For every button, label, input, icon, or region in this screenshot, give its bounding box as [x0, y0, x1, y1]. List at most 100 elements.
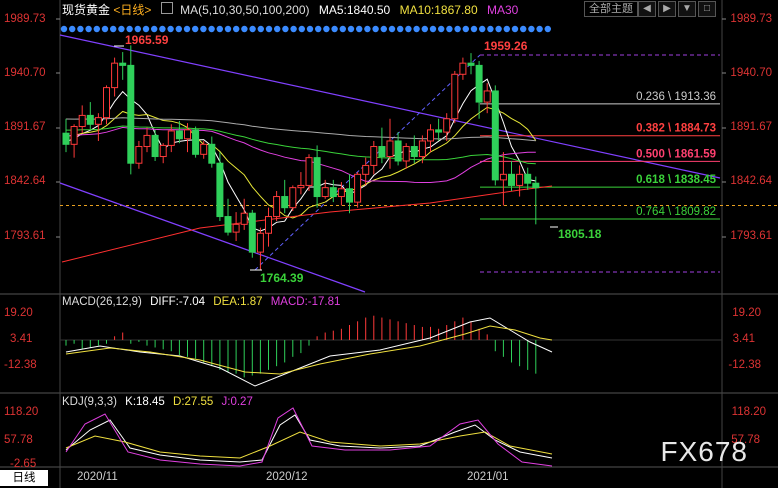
rise-dashed-line: [254, 54, 481, 271]
candle-body: [119, 62, 127, 66]
blue-dot: [479, 25, 486, 33]
candle-body: [418, 140, 426, 158]
blue-dot: [290, 25, 297, 33]
blue-dot: [388, 25, 396, 33]
macd-left-tick-0: 19.20: [4, 307, 33, 319]
candle-body: [143, 134, 151, 148]
kdj-label: KDJ(9,3,3): [62, 396, 117, 408]
ma100-line: [65, 117, 536, 142]
fib-label: 0.618 \ 1838.45: [636, 174, 717, 186]
candle-body: [362, 164, 370, 175]
settings-icon[interactable]: [160, 2, 173, 14]
blue-dot: [356, 25, 363, 33]
candle-body: [70, 126, 78, 145]
candle-body: [313, 157, 321, 198]
kdj-left-tick-0: 118.20: [4, 406, 39, 418]
blue-dot: [167, 25, 174, 33]
right-tick-4: 1793.61: [730, 230, 772, 242]
blue-dot: [249, 25, 256, 33]
main-header: 现货黄金 <日线> MA(5,10,30,50,100,200) MA5:184…: [62, 1, 524, 17]
candle-body: [281, 196, 289, 209]
blue-dot: [323, 25, 330, 33]
blue-dot: [118, 25, 125, 33]
watermark-logo: FX678: [660, 436, 748, 467]
blue-dot: [429, 25, 437, 33]
blue-dot: [216, 25, 223, 33]
fib-label: 0.382 \ 1884.73: [636, 123, 716, 135]
blue-dot: [192, 25, 199, 33]
blue-dot: [93, 25, 101, 33]
chart-canvas: 0.236 \ 1913.36 0.382 \ 1884.73 0.500 \ 18…: [0, 0, 778, 488]
blue-dot: [405, 25, 412, 33]
blue-dot: [470, 25, 478, 33]
candle-body: [78, 114, 86, 128]
candle-body: [200, 143, 208, 155]
blue-dot: [151, 25, 158, 33]
blue-dot: [175, 25, 182, 33]
candle-body: [435, 129, 443, 133]
blue-dot-strip: [60, 25, 551, 33]
candle-body: [305, 157, 313, 186]
macd-panel: [60, 315, 722, 387]
blue-dot: [503, 25, 510, 33]
period-label[interactable]: <日线>: [113, 3, 151, 17]
ma200-line: [61, 185, 553, 263]
next-button[interactable]: ▶: [658, 1, 676, 17]
blue-dot: [413, 25, 420, 33]
x-label-1: 2020/12: [266, 471, 308, 483]
candle-body: [208, 143, 216, 164]
candle-body: [289, 187, 297, 209]
blue-dot: [241, 25, 248, 33]
candle-body: [410, 146, 418, 158]
kdj-panel: [65, 407, 553, 467]
candle-body: [273, 196, 281, 218]
candle-body: [135, 146, 143, 164]
blue-dot: [224, 25, 232, 33]
expand-icon[interactable]: □: [698, 1, 716, 17]
macd-right-tick-0: 19.20: [732, 307, 761, 319]
ma10-value: MA10:1867.80: [399, 3, 478, 17]
kdj-j: J:0.27: [221, 396, 253, 408]
blue-dot: [438, 25, 445, 33]
macd-left-tick-2: -12.38: [4, 359, 37, 371]
right-tick-1: 1940.70: [730, 67, 772, 79]
blue-dot: [101, 25, 109, 33]
ma5-value: MA5:1840.50: [318, 3, 391, 17]
candle-body: [386, 140, 394, 158]
candle-body: [151, 134, 159, 158]
candle-body: [508, 173, 515, 186]
blue-dot: [520, 25, 527, 33]
candle-body: [394, 140, 402, 162]
peak-label: 1959.26: [484, 39, 528, 53]
macd-left-tick-1: 3.41: [10, 333, 33, 345]
theme-select[interactable]: 全部主题: [584, 1, 638, 17]
period-tag[interactable]: 日线: [0, 470, 48, 486]
kdj-j-line: [65, 407, 553, 467]
channel-lower: [59, 182, 366, 293]
candle-body: [451, 73, 459, 120]
kdj-d-line: [65, 431, 553, 459]
blue-dot: [134, 25, 141, 33]
right-tick-0: 1989.73: [730, 13, 772, 25]
candle-body: [378, 146, 386, 158]
left-tick-1: 1940.70: [4, 67, 46, 79]
candle-body: [491, 90, 499, 181]
candle-body: [329, 187, 337, 198]
blue-dot: [110, 25, 117, 33]
macd-header: MACD(26,12,9) DIFF:-7.04 DEA:1.87 MACD:-…: [62, 296, 345, 308]
blue-dot: [233, 25, 240, 33]
blue-dot: [536, 25, 543, 33]
blue-dot: [544, 25, 551, 33]
candle-body: [321, 187, 329, 198]
candle-body: [167, 130, 175, 146]
prev-button[interactable]: ◀: [638, 1, 656, 17]
candlestick-series: [62, 45, 540, 270]
candle-body: [224, 216, 232, 233]
candle-body: [240, 212, 248, 225]
blue-dot: [487, 25, 494, 33]
macd-dea: DEA:1.87: [213, 296, 263, 308]
menu-button[interactable]: ▼: [678, 1, 696, 17]
macd-macd: MACD:-17.81: [270, 296, 341, 308]
blue-dot: [421, 25, 428, 33]
right-tick-2: 1891.67: [730, 121, 772, 133]
